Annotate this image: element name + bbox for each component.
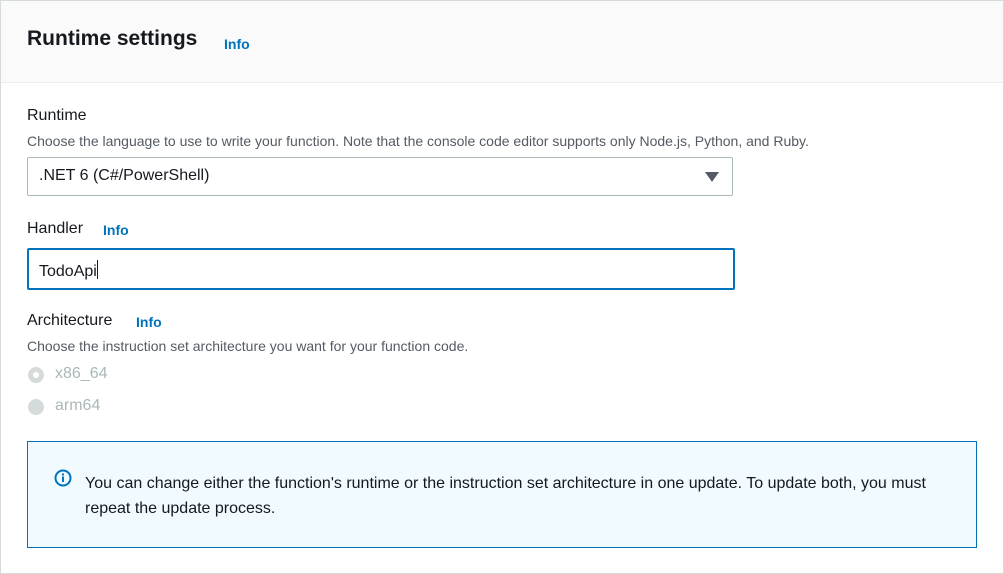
alert-text: You can change either the function's run… xyxy=(85,475,926,517)
handler-input[interactable]: TodoApi xyxy=(27,248,735,290)
architecture-info-link[interactable]: Info xyxy=(136,314,162,330)
radio-label: arm64 xyxy=(55,397,101,414)
text-cursor xyxy=(96,260,98,279)
info-alert: You can change either the function's run… xyxy=(27,441,977,548)
panel-title: Runtime settings xyxy=(27,27,198,50)
handler-info-link[interactable]: Info xyxy=(103,222,129,238)
runtime-select-value: .NET 6 (C#/PowerShell) xyxy=(39,167,210,184)
runtime-label: Runtime xyxy=(27,107,87,124)
radio-button-icon xyxy=(28,399,44,415)
panel-header: Runtime settings Info xyxy=(1,1,1003,83)
runtime-description: Choose the language to use to write your… xyxy=(27,133,809,149)
radio-label: x86_64 xyxy=(55,365,108,382)
caret-down-icon xyxy=(705,172,719,182)
info-circle-icon xyxy=(54,469,72,487)
radio-button-icon xyxy=(28,367,44,383)
handler-input-value: TodoApi xyxy=(39,260,98,281)
header-info-link[interactable]: Info xyxy=(224,36,250,52)
architecture-label: Architecture xyxy=(27,312,113,329)
architecture-description: Choose the instruction set architecture … xyxy=(27,338,469,354)
handler-label: Handler xyxy=(27,220,84,237)
runtime-settings-panel: Runtime settings Info Runtime Choose the… xyxy=(0,0,1004,574)
runtime-select[interactable]: .NET 6 (C#/PowerShell) xyxy=(27,157,733,196)
